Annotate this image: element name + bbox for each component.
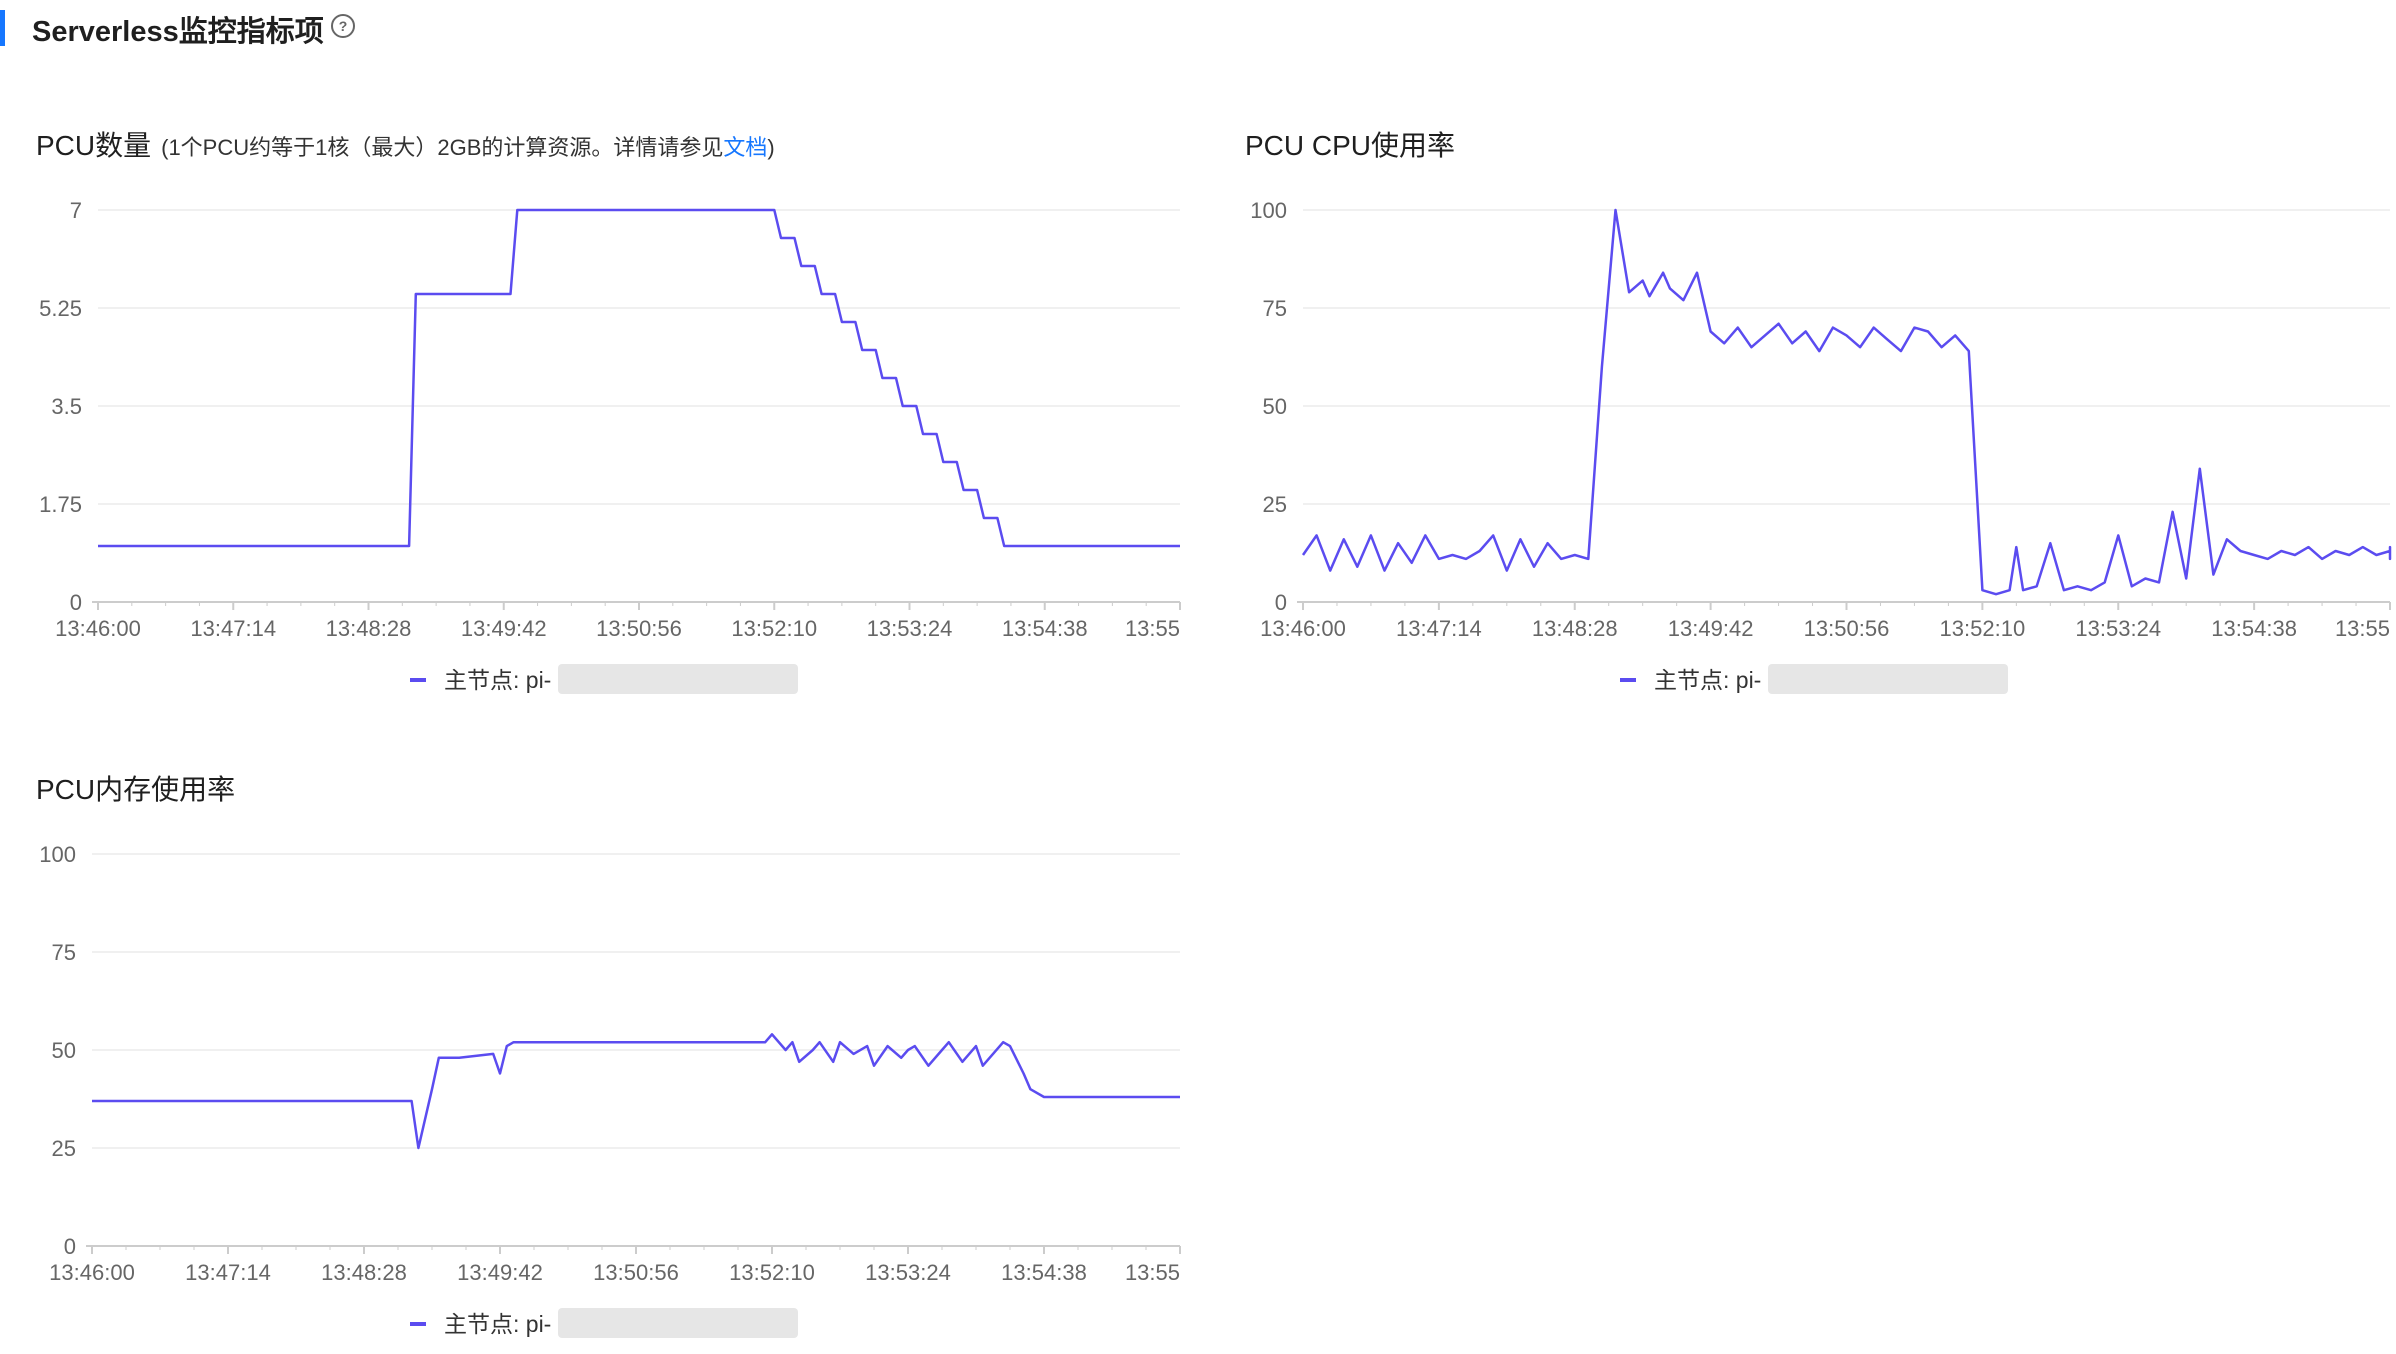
section-title: Serverless监控指标项 xyxy=(32,16,324,48)
x-tick-label: 13:48:28 xyxy=(321,1260,407,1285)
question-circle-icon[interactable]: ? xyxy=(331,14,355,38)
x-tick-label: 13:54:38 xyxy=(1001,1260,1087,1285)
x-tick-label: 13:46:00 xyxy=(49,1260,135,1285)
x-tick-label: 13:53:24 xyxy=(865,1260,951,1285)
x-tick-label: 13:50:56 xyxy=(1804,616,1890,641)
pcu-count-subtitle-prefix: (1个PCU约等于1核（最大）2GB的计算资源。详情请参见 xyxy=(161,135,724,160)
y-tick-label: 75 xyxy=(52,940,76,965)
pcu-count-title: PCU数量 (1个PCU约等于1核（最大）2GB的计算资源。详情请参见文档) xyxy=(36,124,775,164)
y-tick-label: 25 xyxy=(1263,492,1287,517)
x-tick-label: 13:48:28 xyxy=(1532,616,1618,641)
y-tick-label: 7 xyxy=(70,198,82,223)
pcu-cpu-title: PCU CPU使用率 xyxy=(1245,130,1456,161)
y-tick-label: 100 xyxy=(39,842,76,867)
redacted-node-name xyxy=(558,664,798,694)
y-tick-label: 50 xyxy=(1263,394,1287,419)
x-tick-label: 13:50:56 xyxy=(596,616,682,641)
y-tick-label: 0 xyxy=(70,590,82,615)
x-tick-label: 13:54:38 xyxy=(1002,616,1088,641)
pcu-memory-title: PCU内存使用率 xyxy=(36,774,236,805)
pcu-count-title-text: PCU数量 xyxy=(36,130,152,161)
x-tick-label: 13:52:10 xyxy=(1940,616,2026,641)
x-tick-label: 13:53:24 xyxy=(2075,616,2161,641)
pcu-count-subtitle: (1个PCU约等于1核（最大）2GB的计算资源。详情请参见文档) xyxy=(161,135,775,160)
x-tick-label: 13:55 xyxy=(2335,616,2390,641)
x-tick-label: 13:47:14 xyxy=(1396,616,1482,641)
series-line[interactable] xyxy=(92,1033,1180,1150)
legend-label[interactable]: 主节点: pi- xyxy=(444,667,551,693)
y-tick-label: 3.5 xyxy=(51,394,82,419)
pcu-cpu-chart: 0 25 50 75 100 13:46:00 13:47:14 13:48:28 13:49:… xyxy=(1250,198,2392,694)
x-tick-label: 13:48:28 xyxy=(326,616,412,641)
x-tick-label: 13:49:42 xyxy=(457,1260,543,1285)
y-tick-label: 100 xyxy=(1250,198,1287,223)
section-accent-bar xyxy=(0,10,5,46)
legend-label[interactable]: 主节点: pi- xyxy=(1654,667,1761,693)
redacted-node-name xyxy=(558,1308,798,1338)
y-tick-label: 25 xyxy=(52,1136,76,1161)
doc-link[interactable]: 文档 xyxy=(723,135,767,160)
x-tick-label: 13:53:24 xyxy=(867,616,953,641)
redacted-node-name xyxy=(1768,664,2008,694)
x-tick-label: 13:47:14 xyxy=(185,1260,271,1285)
y-tick-label: 75 xyxy=(1263,296,1287,321)
y-tick-label: 0 xyxy=(64,1234,76,1259)
x-tick-label: 13:46:00 xyxy=(55,616,141,641)
y-tick-label: 50 xyxy=(52,1038,76,1063)
y-tick-label: 1.75 xyxy=(39,492,82,517)
series-line[interactable] xyxy=(1301,208,2392,596)
x-tick-label: 13:49:42 xyxy=(461,616,547,641)
legend-label[interactable]: 主节点: pi- xyxy=(444,1311,551,1337)
x-tick-label: 13:52:10 xyxy=(729,1260,815,1285)
x-tick-label: 13:47:14 xyxy=(190,616,276,641)
pcu-memory-chart: 0 25 50 75 100 13:46:00 13:47:14 13:48:28 13:49:… xyxy=(39,842,1181,1338)
pcu-count-chart: 0 1.75 3.5 5.25 7 13:46:00 13:47:14 13:48:28 13:… xyxy=(39,198,1181,694)
x-tick-label: 13:46:00 xyxy=(1260,616,1346,641)
series-line[interactable] xyxy=(98,208,1180,548)
x-tick-label: 13:52:10 xyxy=(731,616,817,641)
x-tick-label: 13:50:56 xyxy=(593,1260,679,1285)
x-tick-label: 13:55 xyxy=(1125,616,1180,641)
x-tick-label: 13:54:38 xyxy=(2211,616,2297,641)
x-tick-label: 13:55 xyxy=(1125,1260,1180,1285)
x-tick-label: 13:49:42 xyxy=(1668,616,1754,641)
pcu-count-subtitle-suffix: ) xyxy=(767,135,775,160)
y-tick-label: 0 xyxy=(1275,590,1287,615)
y-tick-label: 5.25 xyxy=(39,296,82,321)
